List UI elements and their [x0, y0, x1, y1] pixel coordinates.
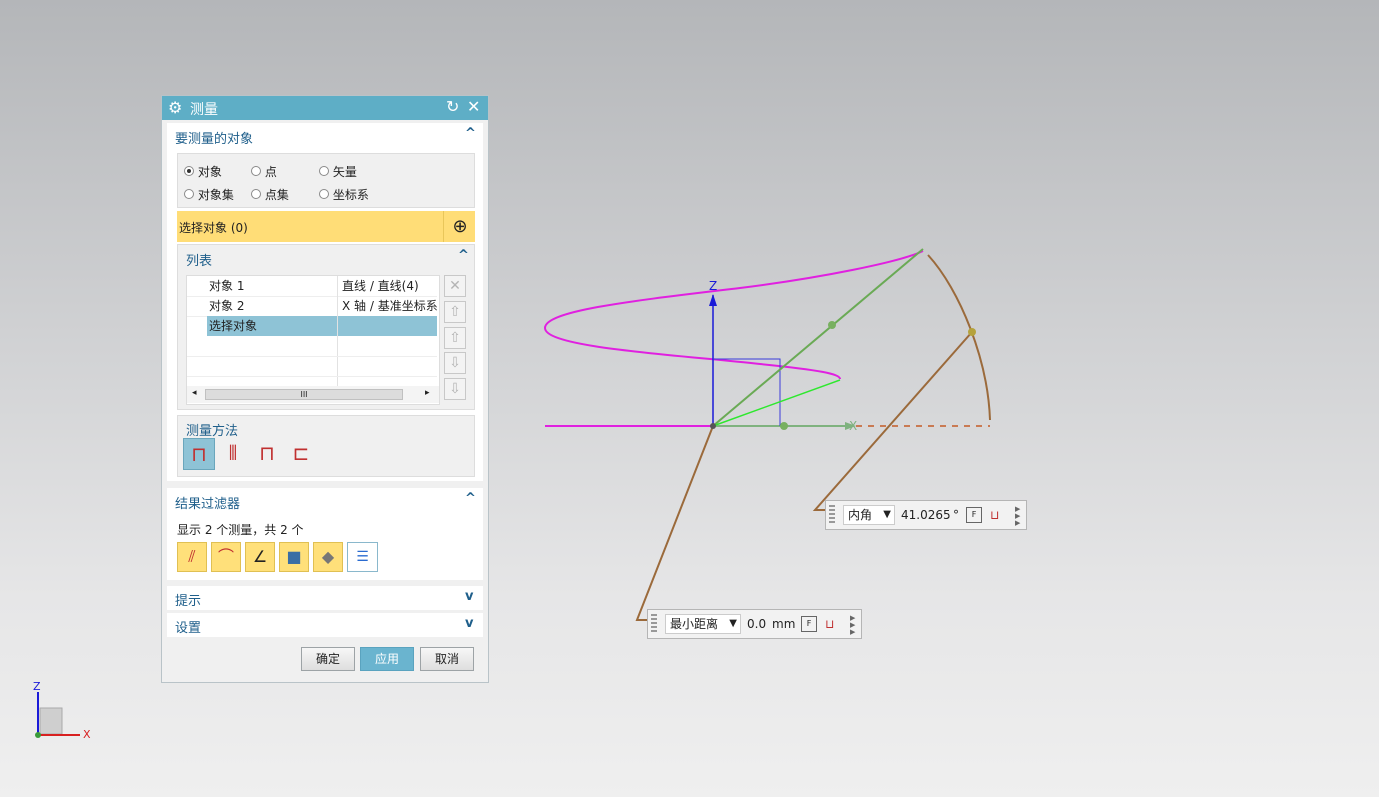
close-icon[interactable]: ✕ — [467, 97, 480, 116]
list-row-empty — [187, 336, 437, 357]
distance-unit: mm — [772, 617, 796, 631]
hint-expand-chevron-icon[interactable]: v — [465, 589, 473, 604]
angle-filter-icon[interactable]: ∠ — [245, 542, 275, 572]
readout-type-select[interactable]: 最小距离 ▼ — [665, 614, 741, 634]
list-title[interactable]: 列表 — [186, 250, 212, 269]
angle-leader — [812, 331, 973, 511]
radio-csys[interactable]: 坐标系 — [319, 186, 369, 203]
object-type-group: 对象 点 矢量 对象集 点集 坐标系 — [177, 153, 475, 208]
drag-grip-icon[interactable] — [651, 614, 657, 634]
measure-style-icon[interactable]: ⊔ — [990, 507, 1006, 523]
list-collapse-chevron-icon[interactable]: ^ — [458, 248, 469, 263]
method-chain-icon[interactable]: ⊓ — [252, 438, 282, 470]
z-axis-arrow — [709, 294, 717, 306]
list-row[interactable]: 对象 1 直线 / 直线(4) — [187, 276, 437, 297]
angle-readout[interactable]: 内角 ▼ 41.0265 ° F ⊔ ▶ ▶ ▶ — [825, 500, 1027, 530]
method-panel: 测量方法 ⊓ ⫴ ⊓ ⊏ — [177, 415, 475, 477]
readout-type-select[interactable]: 内角 ▼ — [843, 505, 895, 525]
radio-point-set[interactable]: 点集 — [251, 186, 289, 203]
dropdown-arrow-icon: ▼ — [883, 509, 891, 520]
measured-line-2 — [712, 379, 841, 427]
scroll-thumb[interactable]: III — [205, 389, 403, 400]
collapse-chevron-icon[interactable]: ^ — [465, 126, 476, 141]
area-filter-icon[interactable]: ■ — [279, 542, 309, 572]
list-row-selected[interactable]: 选择对象 — [187, 316, 437, 336]
filter-title[interactable]: 结果过滤器 — [175, 493, 240, 512]
hint-section[interactable]: 提示 v — [167, 586, 483, 610]
triad-z-label: Z — [33, 680, 41, 693]
ok-button[interactable]: 确定 — [301, 647, 355, 671]
arc-filter-icon[interactable]: ⌒ — [211, 542, 241, 572]
filter-collapse-chevron-icon[interactable]: ^ — [465, 491, 476, 506]
settings-section[interactable]: 设置 v — [167, 613, 483, 637]
measure-style-icon[interactable]: ⊔ — [825, 616, 841, 632]
scroll-right-icon[interactable]: ▸ — [425, 388, 430, 398]
move-up-icon[interactable]: ⇧ — [444, 327, 466, 349]
method-stack-icon[interactable]: ⊏ — [286, 438, 316, 470]
distance-leader — [635, 425, 714, 621]
method-default-icon[interactable]: ⊓ — [183, 438, 215, 470]
horizontal-scrollbar[interactable]: ◂ III ▸ — [187, 386, 439, 403]
scroll-left-icon[interactable]: ◂ — [192, 388, 197, 398]
method-double-icon[interactable]: ⫴ — [218, 438, 248, 470]
helix-curve — [543, 250, 924, 380]
copy-value-icon[interactable]: F — [966, 507, 982, 523]
reset-icon[interactable]: ↻ — [446, 97, 459, 116]
expand-arrows-icon[interactable]: ▶ ▶ ▶ — [1015, 506, 1020, 527]
point-1 — [828, 321, 836, 329]
angle-arc — [927, 254, 991, 421]
distance-readout[interactable]: 最小距离 ▼ 0.0 mm F ⊔ ▶ ▶ ▶ — [647, 609, 862, 639]
remove-icon[interactable]: ✕ — [444, 275, 466, 297]
dialog-title: 测量 — [190, 102, 218, 118]
apply-button[interactable]: 应用 — [360, 647, 414, 671]
copy-value-icon[interactable]: F — [801, 616, 817, 632]
settings-title: 设置 — [175, 621, 202, 636]
list-row-empty — [187, 356, 437, 377]
objects-section: 要测量的对象 ^ 对象 点 矢量 对象集 点集 坐标系 选择对象 (0) ⊕ 列… — [167, 123, 483, 481]
dropdown-arrow-icon: ▼ — [729, 618, 737, 629]
select-object-row[interactable]: 选择对象 (0) ⊕ — [177, 211, 475, 242]
volume-filter-icon[interactable]: ◆ — [313, 542, 343, 572]
point-3 — [968, 328, 976, 336]
z-axis-label: Z — [709, 279, 718, 293]
view-triad[interactable]: Z X — [28, 680, 98, 742]
point-2 — [780, 422, 788, 430]
gear-icon: ⚙ — [168, 98, 183, 117]
radio-vector[interactable]: 矢量 — [319, 163, 357, 180]
radio-point[interactable]: 点 — [251, 163, 277, 180]
radio-object-set[interactable]: 对象集 — [184, 186, 234, 203]
cancel-button[interactable]: 取消 — [420, 647, 474, 671]
dialog-title-bar[interactable]: ⚙ 测量 ↻ ✕ — [162, 96, 488, 120]
distance-filter-icon[interactable]: ⫽ — [177, 542, 207, 572]
filter-summary: 显示 2 个测量，共 2 个 — [177, 523, 304, 537]
add-filter-icon[interactable]: ☰ — [347, 542, 378, 572]
angle-value: 41.0265 — [901, 508, 951, 522]
list-panel: 列表 ^ 对象 1 直线 / 直线(4) 对象 2 X 轴 / 基准坐标系 选择… — [177, 244, 475, 410]
select-object-label: 选择对象 (0) — [179, 221, 248, 235]
settings-expand-chevron-icon[interactable]: v — [465, 616, 473, 631]
list-table[interactable]: 对象 1 直线 / 直线(4) 对象 2 X 轴 / 基准坐标系 选择对象 ◂ — [186, 275, 440, 405]
x-axis-label: X — [849, 419, 858, 433]
blue-frame — [713, 358, 781, 426]
radio-object[interactable]: 对象 — [184, 163, 222, 180]
move-bottom-icon[interactable]: ⇩ — [444, 378, 466, 400]
filter-section: 结果过滤器 ^ 显示 2 个测量，共 2 个 ⫽ ⌒ ∠ ■ ◆ ☰ — [167, 488, 483, 580]
crosshair-icon[interactable]: ⊕ — [443, 211, 476, 242]
drag-grip-icon[interactable] — [829, 505, 835, 525]
expand-arrows-icon[interactable]: ▶ ▶ ▶ — [850, 615, 855, 636]
angle-unit: ° — [953, 508, 959, 522]
move-top-icon[interactable]: ⇧ — [444, 301, 466, 323]
method-title: 测量方法 — [186, 424, 239, 439]
origin-point — [710, 423, 716, 429]
measure-dialog: ⚙ 测量 ↻ ✕ 要测量的对象 ^ 对象 点 矢量 对象集 点集 坐标系 选择对… — [161, 95, 489, 683]
objects-section-title[interactable]: 要测量的对象 — [175, 128, 253, 147]
distance-value: 0.0 — [747, 617, 767, 631]
hint-title: 提示 — [175, 594, 202, 609]
triad-x-label: X — [83, 728, 91, 741]
list-row[interactable]: 对象 2 X 轴 / 基准坐标系 — [187, 296, 438, 317]
move-down-icon[interactable]: ⇩ — [444, 352, 466, 374]
